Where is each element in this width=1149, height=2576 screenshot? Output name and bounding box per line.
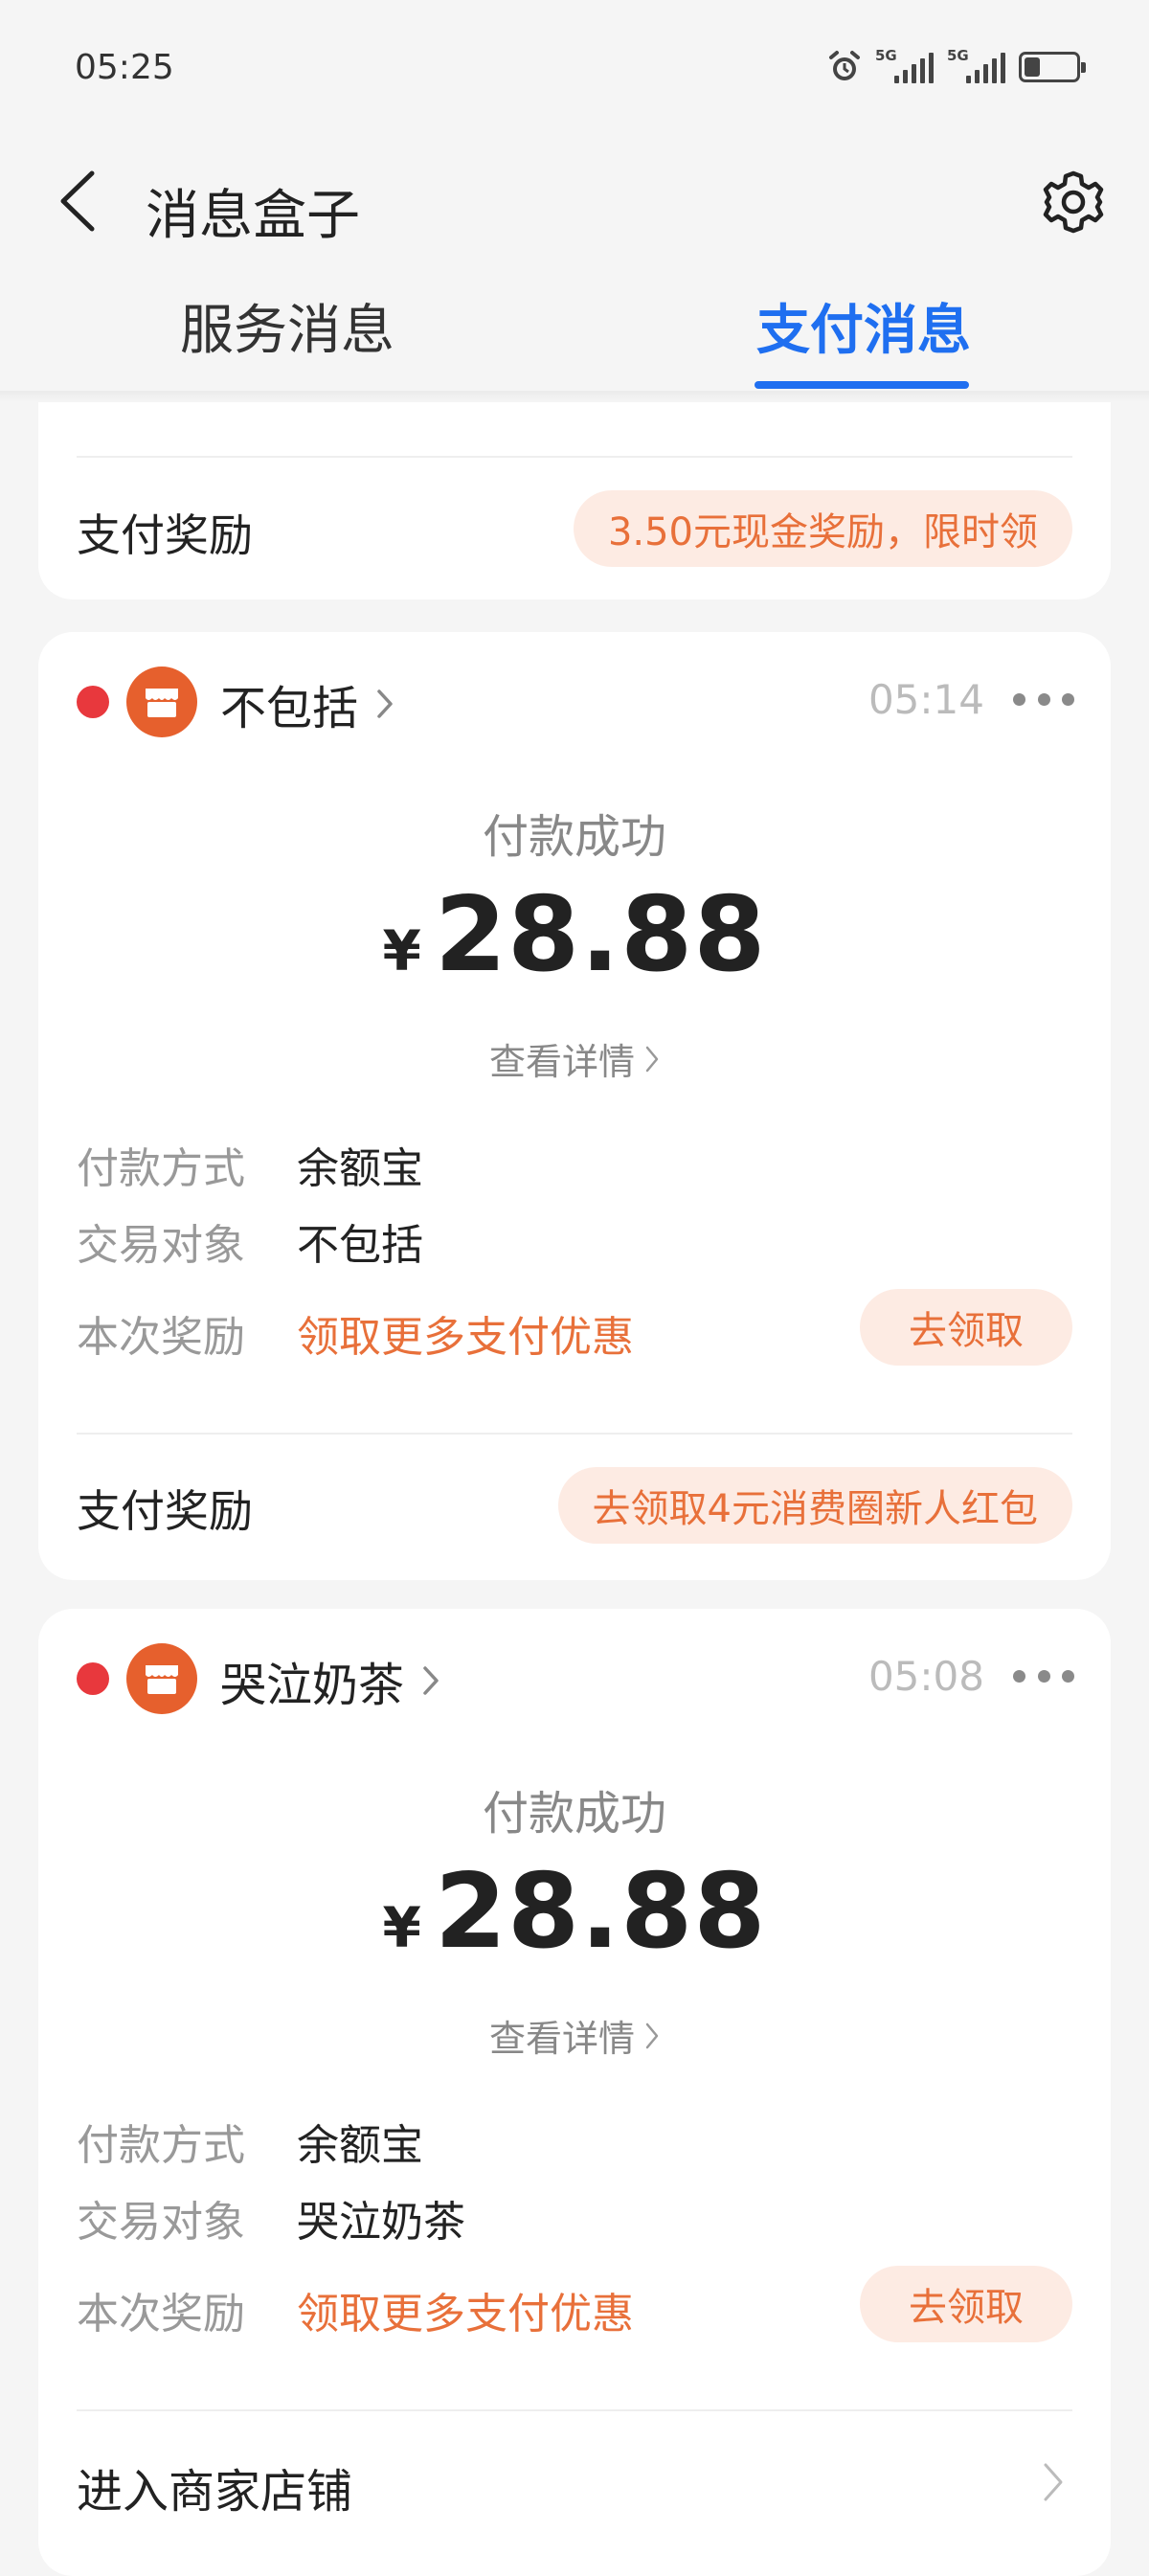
payment-amount: ¥28.88 [38,875,1111,995]
divider [77,1433,1072,1435]
enter-shop-row[interactable]: 进入商家店铺 [38,2413,1111,2566]
view-details-link[interactable]: 查看详情 [38,1032,1111,1085]
tab-bar-shadow [0,391,1149,402]
status-bar: 05:25 5G 5G [0,0,1149,134]
alarm-icon [829,51,860,80]
shop-name-link[interactable]: 不包括 [220,670,394,737]
payment-reward-label: 支付奖励 [77,509,253,561]
header: 消息盒子 [0,134,1149,268]
chevron-right-icon [645,2022,659,2048]
unread-dot [77,1662,109,1695]
gear-icon [1043,170,1104,234]
message-time: 05:08 [867,1653,984,1700]
payment-amount: ¥28.88 [38,1852,1111,1972]
shop-avatar[interactable] [126,667,197,737]
battery-level [1025,57,1040,77]
more-dots-icon [1013,692,1025,706]
tab-service-messages[interactable]: 服务消息 [180,287,394,373]
more-options-button[interactable] [1013,680,1074,718]
chevron-right-icon [377,689,393,718]
shop-avatar[interactable] [126,1643,197,1714]
settings-button[interactable] [1034,163,1113,241]
reward-label: 本次奖励 [77,2290,245,2339]
unread-dot [77,686,109,718]
shop-icon [146,689,178,717]
reward-label: 本次奖励 [77,1313,245,1362]
pay-method-value: 余额宝 [297,1144,423,1193]
message-time: 05:14 [867,676,984,723]
battery-icon [1019,52,1086,82]
card-header: 不包括 05:14 [38,632,1111,766]
tab-payment-messages[interactable]: 支付消息 [756,287,971,373]
pay-method-value: 余额宝 [297,2121,423,2170]
status-icons: 5G 5G [827,47,1086,84]
back-button[interactable] [48,161,105,241]
signal-icon-sim2: 5G [947,47,1005,83]
shop-name: 哭泣奶茶 [220,1659,405,1712]
claim-button[interactable]: 去领取 [860,1289,1072,1366]
enter-shop-arrow [1034,2453,1072,2511]
counterparty-value: 不包括 [297,1221,423,1270]
counterparty-label: 交易对象 [77,1221,245,1270]
shop-name-link[interactable]: 哭泣奶茶 [220,1647,440,1714]
payment-reward-pill[interactable]: 去领取4元消费圈新人红包 [557,1467,1072,1544]
chevron-right-icon [645,1046,659,1072]
currency-symbol: ¥ [382,918,421,983]
reward-value: 领取更多支付优惠 [297,1313,634,1362]
reward-value: 领取更多支付优惠 [297,2290,634,2339]
payment-reward-label: 支付奖励 [77,1485,253,1537]
currency-symbol: ¥ [382,1895,421,1960]
message-card-partial: 支付奖励 3.50元现金奖励，限时领 [38,402,1111,599]
active-tab-indicator [755,381,969,389]
payment-reward-pill[interactable]: 3.50元现金奖励，限时领 [573,490,1072,567]
divider [77,2409,1072,2411]
chevron-right-icon [1044,2463,1063,2501]
counterparty-label: 交易对象 [77,2198,245,2247]
more-options-button[interactable] [1013,1657,1074,1695]
view-details-link[interactable]: 查看详情 [38,2009,1111,2062]
page-title: 消息盒子 [146,185,360,247]
payment-status: 付款成功 [482,1787,666,1841]
divider [77,456,1072,458]
more-dots-icon [1013,1669,1025,1683]
claim-button[interactable]: 去领取 [860,2266,1072,2342]
view-details-label: 查看详情 [488,2018,635,2060]
pay-method-label: 付款方式 [77,2121,245,2170]
status-time: 05:25 [75,47,174,87]
shop-name: 不包括 [220,682,359,735]
tab-bar: 服务消息 支付消息 [0,268,1149,393]
enter-shop-label: 进入商家店铺 [77,2465,353,2519]
message-card: 不包括 05:14 付款成功 ¥28.88 查看详情 付款方式 余额宝 交易对象… [38,632,1111,1580]
signal-tag-1: 5G [875,47,897,64]
signal-icon-sim1: 5G [875,47,934,83]
counterparty-value: 哭泣奶茶 [297,2198,465,2247]
chevron-left-icon [60,170,95,232]
pay-method-label: 付款方式 [77,1144,245,1193]
amount-value: 28.88 [434,875,767,995]
signal-tag-2: 5G [947,47,969,64]
amount-value: 28.88 [434,1852,767,1972]
view-details-label: 查看详情 [488,1041,635,1083]
card-header: 哭泣奶茶 05:08 [38,1609,1111,1743]
chevron-right-icon [423,1666,439,1695]
payment-status: 付款成功 [482,810,666,864]
shop-icon [146,1665,178,1694]
message-card: 哭泣奶茶 05:08 付款成功 ¥28.88 查看详情 付款方式 余额宝 交易对… [38,1609,1111,2576]
